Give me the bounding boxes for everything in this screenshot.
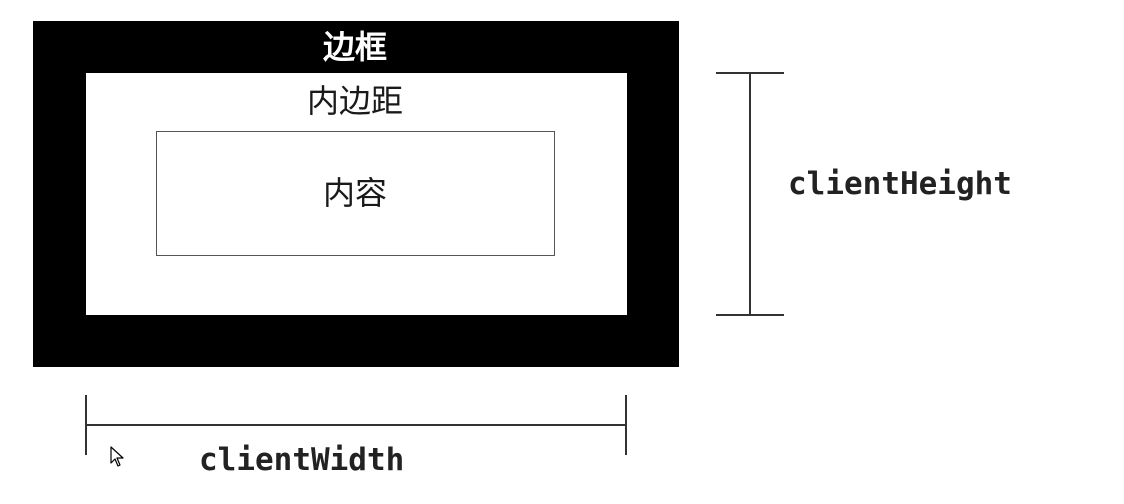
- box-model-diagram: 边框 内边距 内容 clientHeight clientWidth: [0, 0, 1124, 504]
- client-width-label: clientWidth: [199, 442, 405, 478]
- dimension-lines: [85, 72, 784, 455]
- client-height-label: clientHeight: [788, 166, 1012, 202]
- mouse-pointer-icon: [110, 446, 124, 467]
